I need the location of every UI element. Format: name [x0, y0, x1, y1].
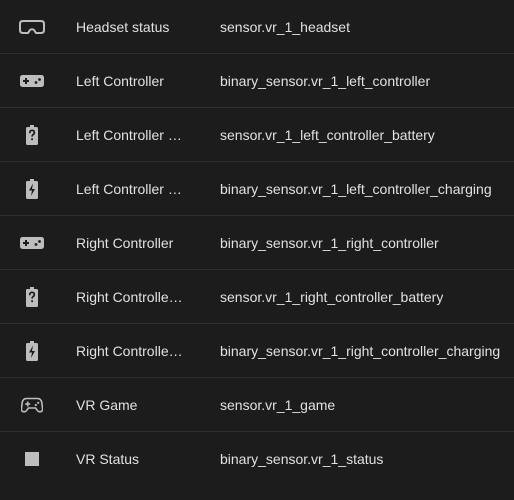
entity-id: binary_sensor.vr_1_right_controller	[220, 234, 439, 251]
entity-id: sensor.vr_1_headset	[220, 18, 350, 35]
controller-icon	[0, 74, 64, 87]
entity-row-vr-game[interactable]: VR Game sensor.vr_1_game	[0, 378, 514, 432]
entity-id: binary_sensor.vr_1_left_controller_charg…	[220, 180, 492, 197]
entity-row-left-controller-battery[interactable]: Left Controller Battery sensor.vr_1_left…	[0, 108, 514, 162]
entity-row-right-controller-charging[interactable]: Right Controller Charging binary_sensor.…	[0, 324, 514, 378]
entity-row-right-controller[interactable]: Right Controller binary_sensor.vr_1_righ…	[0, 216, 514, 270]
entity-id: binary_sensor.vr_1_left_controller	[220, 72, 431, 89]
battery-charging-icon	[0, 178, 64, 199]
entity-id: sensor.vr_1_left_controller_battery	[220, 126, 435, 143]
entity-row-headset-status[interactable]: Headset status sensor.vr_1_headset	[0, 0, 514, 54]
entity-name: Right Controller Charging	[76, 342, 184, 359]
entity-id: sensor.vr_1_right_controller_battery	[220, 288, 444, 305]
battery-unknown-icon	[0, 286, 64, 307]
entity-name: Headset status	[76, 18, 170, 35]
headset-icon	[0, 19, 64, 34]
controller-icon	[0, 236, 64, 249]
entity-id: binary_sensor.vr_1_status	[220, 451, 384, 467]
entity-name: Right Controller	[76, 234, 174, 251]
entity-name: VR Game	[76, 396, 138, 413]
battery-unknown-icon	[0, 124, 64, 145]
entity-row-left-controller-charging[interactable]: Left Controller Charging binary_sensor.v…	[0, 162, 514, 216]
entity-row-left-controller[interactable]: Left Controller binary_sensor.vr_1_left_…	[0, 54, 514, 108]
entity-list: Headset status sensor.vr_1_headset Left …	[0, 0, 514, 486]
entity-row-vr-status[interactable]: VR Status binary_sensor.vr_1_status	[0, 432, 514, 486]
entity-name: Right Controller Battery	[76, 288, 184, 305]
gamepad-icon	[0, 397, 64, 413]
entity-id: sensor.vr_1_game	[220, 396, 336, 413]
square-icon	[0, 452, 64, 466]
entity-name: VR Status	[76, 451, 140, 467]
entity-name: Left Controller Charging	[76, 180, 184, 197]
entity-id: binary_sensor.vr_1_right_controller_char…	[220, 342, 501, 359]
entity-name: Left Controller	[76, 72, 164, 89]
entity-name: Left Controller Battery	[76, 126, 184, 143]
battery-charging-icon	[0, 340, 64, 361]
entity-row-right-controller-battery[interactable]: Right Controller Battery sensor.vr_1_rig…	[0, 270, 514, 324]
